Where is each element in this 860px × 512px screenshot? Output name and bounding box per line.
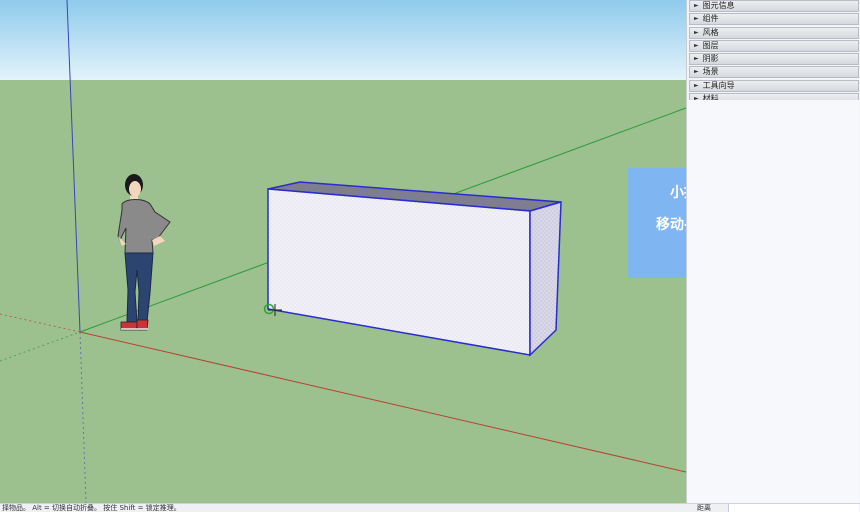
expand-arrow-icon: ►: [694, 68, 699, 76]
default-tray: ► 图元信息 ► 组件 ► 风格 ► 图层 ► 阴影 ► 场景 ► 工具向导 ► 材料: [686, 0, 860, 503]
tray-panel-layers[interactable]: ► 图层: [689, 39, 859, 52]
tray-panel-label: 场景: [702, 67, 719, 77]
expand-arrow-icon: ►: [694, 81, 699, 89]
hint-text: 移动-找到一个基点: [656, 217, 686, 233]
tray-panel-instructor[interactable]: ► 工具向导: [689, 79, 859, 92]
tray-panel-entity-info[interactable]: ► 图元信息: [689, 0, 859, 12]
tray-panel-styles[interactable]: ► 风格: [689, 26, 859, 39]
hint-title: 小提示：: [670, 185, 686, 201]
hint-box: 小提示： 移动-找到一个基点: [628, 168, 686, 278]
tray-panel-components[interactable]: ► 组件: [689, 13, 859, 26]
expand-arrow-icon: ►: [694, 28, 699, 36]
tray-panel-label: 阴影: [702, 54, 719, 64]
tray-panel-list: ► 图元信息 ► 组件 ► 风格 ► 图层 ► 阴影 ► 场景 ► 工具向导 ► 材料: [689, 0, 859, 106]
expand-arrow-icon: ►: [694, 41, 699, 49]
expand-arrow-icon: ►: [694, 55, 699, 63]
sky: [0, 0, 686, 80]
drawing-viewport[interactable]: 小提示： 移动-找到一个基点: [0, 0, 686, 503]
3d-scene[interactable]: [0, 0, 686, 503]
tray-panel-label: 图元信息: [702, 1, 735, 10]
tray-empty-area: [687, 100, 859, 503]
tray-panel-label: 组件: [702, 14, 719, 24]
tray-panel-label: 工具向导: [702, 80, 735, 90]
tray-panel-shadows[interactable]: ► 阴影: [689, 53, 859, 66]
tray-panel-label: 风格: [702, 27, 719, 37]
tray-panel-scenes[interactable]: ► 场景: [689, 66, 859, 79]
expand-arrow-icon: ►: [694, 2, 699, 9]
expand-arrow-icon: ►: [694, 15, 699, 23]
tray-panel-label: 图层: [702, 40, 719, 50]
